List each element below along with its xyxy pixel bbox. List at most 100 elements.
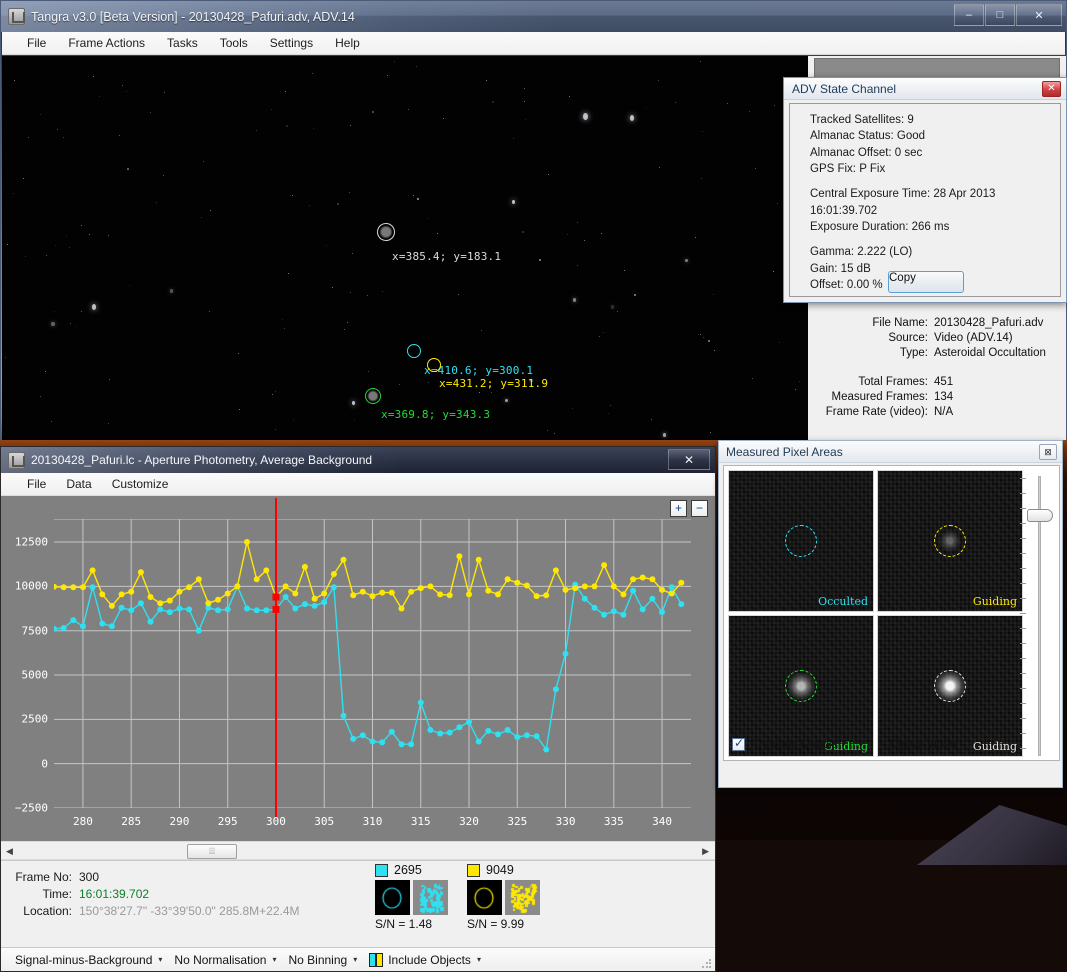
- data-point[interactable]: [330, 584, 337, 591]
- data-point[interactable]: [649, 576, 656, 583]
- data-point[interactable]: [224, 590, 231, 597]
- data-point[interactable]: [70, 617, 77, 624]
- data-point[interactable]: [523, 732, 530, 739]
- pixel-map-thumbnail[interactable]: [505, 880, 540, 915]
- mpa-close-icon[interactable]: ⊠: [1039, 444, 1057, 460]
- dropdown-signal-mode[interactable]: Signal-minus-Background ▾: [9, 951, 168, 969]
- data-point[interactable]: [147, 594, 154, 600]
- dropdown-binning[interactable]: No Binning ▾: [282, 951, 363, 969]
- data-point[interactable]: [678, 601, 685, 608]
- tangra-titlebar[interactable]: Tangra v3.0 [Beta Version] - 20130428_Pa…: [1, 1, 1066, 32]
- lc-close-button[interactable]: ✕: [668, 449, 710, 470]
- adv-close-icon[interactable]: ✕: [1042, 81, 1061, 97]
- data-point[interactable]: [427, 727, 434, 733]
- data-point[interactable]: [379, 589, 386, 596]
- data-point[interactable]: [581, 583, 588, 590]
- data-point[interactable]: [263, 607, 270, 614]
- zoom-in-button[interactable]: +: [670, 500, 687, 517]
- data-point[interactable]: [610, 583, 617, 590]
- data-point[interactable]: [340, 712, 347, 719]
- data-point[interactable]: [639, 606, 646, 613]
- data-point[interactable]: [543, 746, 550, 753]
- data-point[interactable]: [408, 741, 415, 748]
- data-point[interactable]: [562, 586, 569, 593]
- data-point[interactable]: [215, 607, 222, 614]
- data-point[interactable]: [601, 562, 608, 569]
- data-point[interactable]: [668, 584, 675, 591]
- brightness-slider[interactable]: [1018, 472, 1053, 760]
- data-point[interactable]: [60, 625, 67, 631]
- data-point[interactable]: [350, 592, 357, 599]
- data-point[interactable]: [523, 582, 530, 589]
- data-point[interactable]: [446, 592, 453, 599]
- data-point[interactable]: [398, 605, 405, 612]
- data-point[interactable]: [147, 618, 154, 625]
- target-marker-1[interactable]: [407, 344, 421, 358]
- data-point[interactable]: [80, 584, 86, 591]
- data-point[interactable]: [157, 600, 164, 607]
- scroll-left-arrow[interactable]: ◀: [6, 846, 13, 857]
- data-point[interactable]: [224, 606, 231, 613]
- data-point[interactable]: [533, 593, 540, 600]
- scroll-right-arrow[interactable]: ▶: [702, 846, 709, 857]
- data-point[interactable]: [321, 590, 328, 597]
- data-point[interactable]: [292, 590, 299, 597]
- data-point[interactable]: [157, 606, 164, 613]
- data-point[interactable]: [186, 584, 193, 591]
- data-point[interactable]: [437, 730, 444, 737]
- data-point[interactable]: [108, 602, 115, 609]
- data-point[interactable]: [543, 592, 550, 599]
- data-point[interactable]: [475, 556, 482, 563]
- resize-grip[interactable]: [701, 958, 713, 970]
- data-point[interactable]: [456, 724, 463, 731]
- menu-settings[interactable]: Settings: [259, 33, 324, 53]
- data-point[interactable]: [620, 611, 627, 618]
- data-point[interactable]: [514, 579, 521, 586]
- data-point[interactable]: [359, 732, 366, 739]
- data-point[interactable]: [379, 739, 386, 746]
- data-point[interactable]: [388, 728, 395, 735]
- data-point[interactable]: [311, 602, 318, 609]
- data-point[interactable]: [244, 605, 250, 612]
- close-button[interactable]: ✕: [1016, 4, 1062, 26]
- data-point[interactable]: [128, 607, 135, 614]
- data-point[interactable]: [668, 590, 675, 597]
- data-point[interactable]: [234, 583, 241, 590]
- data-point[interactable]: [166, 597, 173, 604]
- tracking-details-checkbox[interactable]: [732, 736, 745, 751]
- data-point[interactable]: [359, 588, 366, 595]
- data-point[interactable]: [99, 591, 106, 598]
- data-point[interactable]: [301, 563, 308, 570]
- data-point[interactable]: [89, 584, 96, 591]
- data-point[interactable]: [99, 620, 106, 627]
- lc-titlebar[interactable]: 20130428_Pafuri.lc - Aperture Photometry…: [1, 447, 715, 473]
- data-point[interactable]: [398, 741, 405, 748]
- data-point[interactable]: [253, 607, 260, 614]
- data-point[interactable]: [427, 583, 434, 590]
- lc-menu-file[interactable]: File: [17, 474, 56, 494]
- data-point[interactable]: [466, 591, 472, 598]
- data-point[interactable]: [659, 609, 665, 616]
- data-point[interactable]: [562, 650, 569, 657]
- data-point[interactable]: [263, 567, 270, 574]
- aperture-thumbnail[interactable]: [467, 880, 502, 915]
- data-point[interactable]: [417, 699, 424, 706]
- data-point[interactable]: [330, 571, 337, 577]
- data-point[interactable]: [253, 576, 260, 583]
- video-frame-display[interactable]: x=385.4; y=183.1 x=410.6; y=300.1 x=431.2;…: [2, 56, 808, 440]
- data-point[interactable]: [51, 583, 57, 590]
- data-point[interactable]: [437, 591, 444, 598]
- data-point[interactable]: [678, 579, 685, 586]
- data-point[interactable]: [408, 588, 415, 595]
- target-marker-0[interactable]: [377, 223, 395, 241]
- pixel-area-cell-0[interactable]: Occulted: [728, 470, 874, 612]
- adv-dialog-titlebar[interactable]: ADV State Channel ✕: [784, 78, 1066, 100]
- data-point[interactable]: [321, 599, 328, 606]
- data-point[interactable]: [369, 738, 376, 745]
- data-point[interactable]: [495, 591, 501, 598]
- data-point[interactable]: [118, 591, 125, 598]
- data-point[interactable]: [630, 576, 637, 583]
- data-point[interactable]: [195, 576, 202, 583]
- data-point[interactable]: [89, 567, 96, 574]
- data-point[interactable]: [485, 587, 492, 594]
